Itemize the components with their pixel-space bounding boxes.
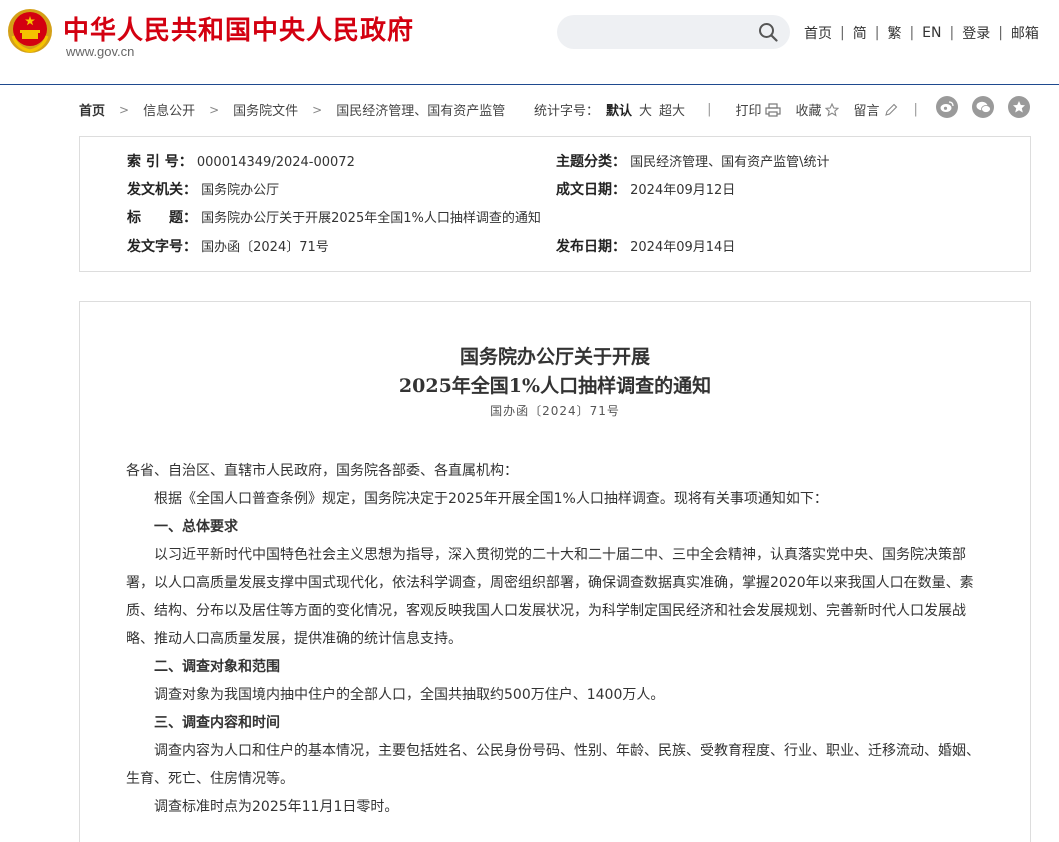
chevron-right-icon: > [119, 102, 130, 117]
printer-icon [765, 102, 782, 117]
font-size-default[interactable]: 默认 [606, 100, 632, 119]
pencil-icon [884, 103, 897, 116]
chevron-right-icon: > [209, 102, 220, 117]
nav-separator: | [949, 25, 955, 41]
meta-topic: 主题分类： 国民经济管理、国有资产监管\统计 [556, 151, 830, 171]
site-url[interactable]: www.gov.cn [66, 44, 134, 59]
meta-index-label: 索 引 号： [127, 154, 193, 170]
nav-separator: | [874, 25, 880, 41]
chevron-right-icon: > [312, 102, 323, 117]
wechat-icon[interactable] [972, 96, 994, 118]
meta-date-written-value: 2024年09月12日 [630, 183, 736, 198]
meta-published-value: 2024年09月14日 [630, 240, 736, 255]
meta-date-written-label: 成文日期： [556, 182, 626, 198]
meta-topic-label: 主题分类： [556, 154, 626, 170]
national-emblem-icon[interactable] [7, 8, 53, 54]
article-title-line1: 国务院办公厅关于开展 [459, 346, 650, 368]
meta-title-value: 国务院办公厅关于开展2025年全国1%人口抽样调查的通知 [201, 211, 541, 226]
tools-separator: | [707, 102, 712, 117]
search-icon[interactable] [758, 22, 778, 42]
weibo-icon[interactable] [936, 96, 958, 118]
meta-doc-no-value: 国办函〔2024〕71号 [201, 240, 329, 255]
meta-published-label: 发布日期： [556, 239, 626, 255]
qzone-icon[interactable] [1008, 96, 1030, 118]
nav-separator: | [909, 25, 915, 41]
breadcrumb-category[interactable]: 国民经济管理、国有资产监管 [336, 100, 505, 119]
meta-date-written: 成文日期： 2024年09月12日 [556, 179, 735, 199]
section3-heading: 三、调查内容和时间 [154, 715, 280, 731]
breadcrumb-home[interactable]: 首页 [79, 100, 105, 119]
nav-simplified[interactable]: 简 [853, 23, 867, 43]
meta-issuer-label: 发文机关： [127, 182, 197, 198]
breadcrumb-state-council-docs[interactable]: 国务院文件 [233, 100, 298, 119]
font-size-large[interactable]: 大 [639, 100, 652, 119]
nav-separator: | [840, 25, 845, 41]
section3-text2: 调查标准时点为2025年11月1日零时。 [154, 799, 399, 815]
section3-text: 调查内容为人口和住户的基本情况，主要包括姓名、公民身份号码、性别、年龄、民族、受… [126, 743, 980, 787]
article-title-line2: 2025年全国1%人口抽样调查的通知 [398, 375, 712, 397]
favorite-label: 收藏 [795, 104, 822, 119]
star-icon [825, 102, 840, 117]
share-buttons [922, 96, 1030, 118]
site-title[interactable]: 中华人民共和国中央人民政府 [63, 10, 414, 47]
nav-separator: | [998, 25, 1003, 41]
font-size-xlarge[interactable]: 超大 [659, 100, 685, 119]
meta-issuer-value: 国务院办公厅 [201, 183, 280, 198]
article-salutation: 各省、自治区、直辖市人民政府，国务院各部委、各直属机构： [126, 463, 518, 479]
meta-published: 发布日期： 2024年09月14日 [556, 236, 735, 256]
nav-traditional[interactable]: 繁 [887, 23, 901, 43]
article-intro: 根据《全国人口普查条例》规定，国务院决定于2025年开展全国1%人口抽样调查。现… [154, 491, 828, 507]
print-button[interactable]: 打印 [735, 100, 782, 119]
breadcrumb-info-public[interactable]: 信息公开 [143, 100, 195, 119]
tools-separator: | [913, 102, 918, 117]
document-meta-table: 索 引 号： 000014349/2024-00072 主题分类： 国民经济管理… [79, 136, 1031, 272]
favorite-button[interactable]: 收藏 [795, 100, 840, 119]
section2-heading: 二、调查对象和范围 [154, 659, 280, 675]
print-label: 打印 [735, 104, 762, 119]
meta-doc-no: 发文字号： 国办函〔2024〕71号 [127, 236, 329, 256]
meta-title-label: 标 题： [127, 210, 197, 226]
nav-login[interactable]: 登录 [962, 23, 990, 43]
section2-text: 调查对象为我国境内抽中住户的全部人口，全国共抽取约500万住户、1400万人。 [154, 687, 665, 703]
top-nav: 首页 | 简 | 繁 | EN | 登录 | 邮箱 [804, 23, 1039, 43]
site-header: 中华人民共和国中央人民政府 www.gov.cn 首页 | 简 | 繁 | EN… [0, 0, 1059, 85]
search-input[interactable] [557, 15, 790, 49]
section1-heading: 一、总体要求 [154, 519, 238, 535]
nav-mail[interactable]: 邮箱 [1011, 23, 1039, 43]
breadcrumb-bar: 首页 > 信息公开 > 国务院文件 > 国民经济管理、国有资产监管 统计字号： … [79, 96, 1030, 120]
meta-title: 标 题： 国务院办公厅关于开展2025年全国1%人口抽样调查的通知 [127, 207, 541, 227]
comment-label: 留言 [853, 104, 880, 119]
meta-index: 索 引 号： 000014349/2024-00072 [127, 151, 355, 171]
nav-home[interactable]: 首页 [804, 23, 832, 43]
meta-issuer: 发文机关： 国务院办公厅 [127, 179, 279, 199]
nav-english[interactable]: EN [922, 25, 941, 41]
page-tools: 统计字号： 默认 大 超大 | 打印 收藏 留言 | [534, 100, 942, 119]
meta-doc-no-label: 发文字号： [127, 239, 197, 255]
font-size-label: 统计字号： [534, 104, 600, 119]
article-body: 各省、自治区、直辖市人民政府，国务院各部委、各直属机构： 根据《全国人口普查条例… [126, 457, 986, 821]
comment-button[interactable]: 留言 [853, 100, 897, 119]
meta-index-value: 000014349/2024-00072 [196, 155, 355, 170]
section1-text: 以习近平新时代中国特色社会主义思想为指导，深入贯彻党的二十大和二十届二中、三中全… [126, 547, 974, 647]
breadcrumb: 首页 > 信息公开 > 国务院文件 > 国民经济管理、国有资产监管 [79, 100, 505, 120]
article-content: 国务院办公厅关于开展 2025年全国1%人口抽样调查的通知 国办函〔2024〕7… [79, 301, 1031, 842]
meta-topic-value: 国民经济管理、国有资产监管\统计 [630, 155, 830, 170]
article-doc-number: 国办函〔2024〕71号 [490, 404, 620, 418]
